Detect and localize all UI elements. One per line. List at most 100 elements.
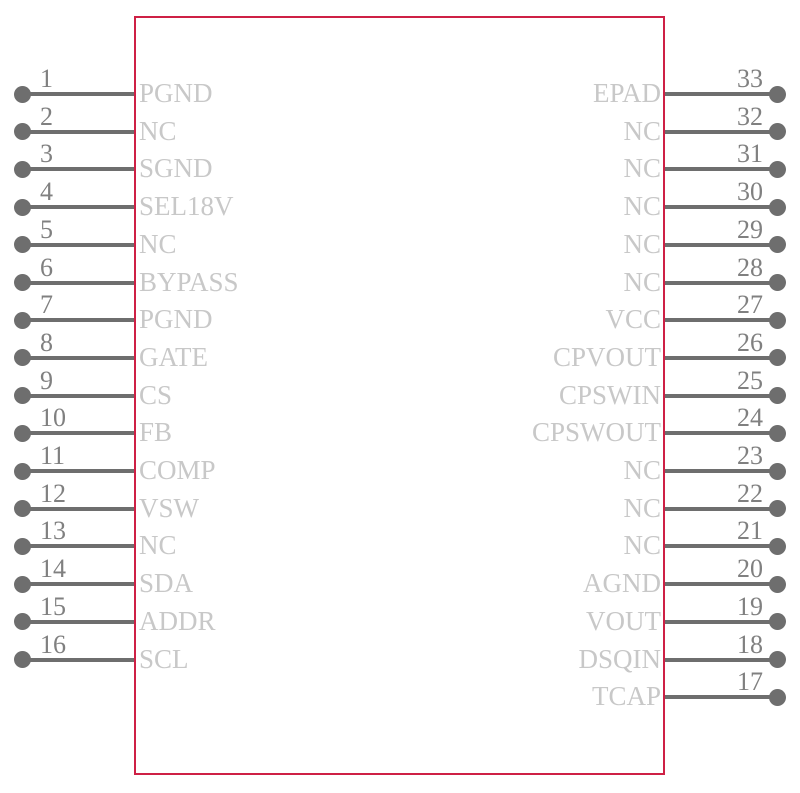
- pin-name-label: NC: [623, 115, 661, 146]
- pin-connection-dot[interactable]: [14, 537, 31, 555]
- pin-number-label: 23: [737, 441, 763, 470]
- pin-name-label: DSQIN: [578, 643, 661, 674]
- pin-name-label: NC: [623, 191, 661, 222]
- pin-connection-dot[interactable]: [14, 462, 31, 480]
- pin-number-label: 12: [40, 478, 66, 508]
- pin-connection-dot[interactable]: [769, 387, 786, 405]
- pin-connection-dot[interactable]: [14, 160, 31, 178]
- pin-number-label: 5: [40, 214, 53, 244]
- pin-name-label: SCL: [139, 643, 189, 674]
- pin-name-label: FB: [139, 417, 173, 448]
- pin-name-label: VSW: [139, 492, 199, 523]
- pin-name-label: NC: [623, 153, 661, 184]
- pin-number-label: 22: [737, 478, 763, 508]
- pin-name-label: TCAP: [591, 681, 661, 712]
- pin-number-label: 31: [737, 139, 763, 169]
- pin-number-label: 3: [40, 139, 53, 169]
- pin-connection-dot[interactable]: [769, 537, 786, 555]
- pin-number-label: 26: [737, 327, 763, 357]
- pin-connection-dot[interactable]: [769, 160, 786, 178]
- pin-connection-dot[interactable]: [769, 500, 786, 518]
- pin-name-label: VCC: [605, 304, 661, 335]
- pin-connection-dot[interactable]: [14, 123, 31, 141]
- pin-connection-dot[interactable]: [769, 123, 786, 141]
- pin-connection-dot[interactable]: [14, 85, 31, 103]
- pin-connection-dot[interactable]: [769, 274, 786, 291]
- pin-connection-dot[interactable]: [769, 575, 786, 593]
- pin-number-label: 15: [40, 591, 66, 621]
- pin-connection-dot[interactable]: [14, 500, 31, 518]
- pin-connection-dot[interactable]: [14, 575, 31, 593]
- pin-connection-dot[interactable]: [14, 311, 31, 329]
- pin-number-label: 11: [40, 441, 66, 470]
- pin-name-label: CS: [139, 379, 173, 410]
- pin-connection-dot[interactable]: [14, 274, 31, 291]
- pin-connection-dot[interactable]: [14, 651, 31, 668]
- pin-connection-dot[interactable]: [769, 651, 786, 668]
- pin-connection-dot[interactable]: [14, 387, 31, 405]
- pin-number-label: 9: [40, 365, 53, 395]
- pin-name-label: CPSWIN: [558, 379, 661, 410]
- pin-number-label: 13: [40, 516, 66, 546]
- pin-name-label: NC: [139, 115, 177, 146]
- pin-name-label: SGND: [139, 153, 213, 184]
- pin-number-label: 32: [737, 101, 763, 131]
- pin-connection-dot[interactable]: [769, 462, 786, 480]
- pin-name-label: NC: [623, 530, 661, 561]
- pin-number-label: 25: [737, 365, 763, 395]
- pin-name-label: NC: [139, 530, 177, 561]
- pin-name-label: CPVOUT: [552, 341, 661, 372]
- pin-number-label: 33: [737, 64, 763, 93]
- pin-name-label: NC: [623, 492, 661, 523]
- pin-name-label: BYPASS: [139, 266, 239, 297]
- pin-number-label: 7: [40, 290, 53, 320]
- pin-name-label: NC: [623, 455, 661, 485]
- pin-name-label: GATE: [139, 341, 208, 372]
- pin-name-label: PGND: [139, 78, 213, 108]
- pin-name-label: COMP: [139, 455, 216, 485]
- pin-connection-dot[interactable]: [769, 85, 786, 103]
- pin-number-label: 24: [737, 403, 763, 433]
- pin-name-label: AGND: [583, 568, 661, 599]
- pin-connection-dot[interactable]: [769, 613, 786, 631]
- pin-name-label: EPAD: [592, 78, 661, 108]
- pin-connection-dot[interactable]: [14, 424, 31, 442]
- pin-connection-dot[interactable]: [14, 236, 31, 254]
- pin-number-label: 4: [40, 177, 53, 207]
- pin-name-label: NC: [623, 266, 661, 297]
- schematic-symbol-canvas: 1 PGND 2 NC 3 SGND 4 SEL18V 5 NC 6 BYPASS 7 PGND 8 GATE…: [0, 0, 800, 793]
- pin-number-label: 20: [737, 554, 763, 584]
- pin-name-label: SDA: [139, 568, 194, 599]
- pin-connection-dot[interactable]: [769, 198, 786, 216]
- pin-connection-dot[interactable]: [769, 311, 786, 329]
- pin-connection-dot[interactable]: [769, 688, 786, 706]
- pin-number-label: 27: [737, 290, 763, 320]
- pin-number-label: 6: [40, 252, 53, 282]
- pin-number-label: 1: [40, 64, 53, 93]
- pin-connection-dot[interactable]: [769, 349, 786, 367]
- pin-number-label: 28: [737, 252, 763, 282]
- pin-name-label: VOUT: [586, 605, 661, 636]
- pin-connection-dot[interactable]: [769, 424, 786, 442]
- pin-number-label: 10: [40, 403, 66, 433]
- pin-name-label: CPSWOUT: [531, 417, 661, 448]
- pin-connection-dot[interactable]: [769, 236, 786, 254]
- pin-connection-dot[interactable]: [14, 349, 31, 367]
- pin-number-label: 30: [737, 177, 763, 207]
- pin-number-label: 17: [737, 667, 763, 697]
- pin-number-label: 2: [40, 101, 53, 131]
- pin-number-label: 18: [737, 629, 763, 659]
- pin-number-label: 14: [40, 554, 66, 584]
- pin-name-label: SEL18V: [139, 191, 234, 222]
- pin-number-label: 21: [737, 516, 763, 546]
- pin-name-label: PGND: [139, 304, 213, 335]
- pin-connection-dot[interactable]: [14, 198, 31, 216]
- pin-number-label: 29: [737, 214, 763, 244]
- pin-connection-dot[interactable]: [14, 613, 31, 631]
- pin-name-label: NC: [139, 228, 177, 259]
- pin-number-label: 19: [737, 591, 763, 621]
- pin-name-label: ADDR: [139, 605, 216, 636]
- pin-number-label: 8: [40, 327, 53, 357]
- pin-number-label: 16: [40, 629, 66, 659]
- pin-name-label: NC: [623, 228, 661, 259]
